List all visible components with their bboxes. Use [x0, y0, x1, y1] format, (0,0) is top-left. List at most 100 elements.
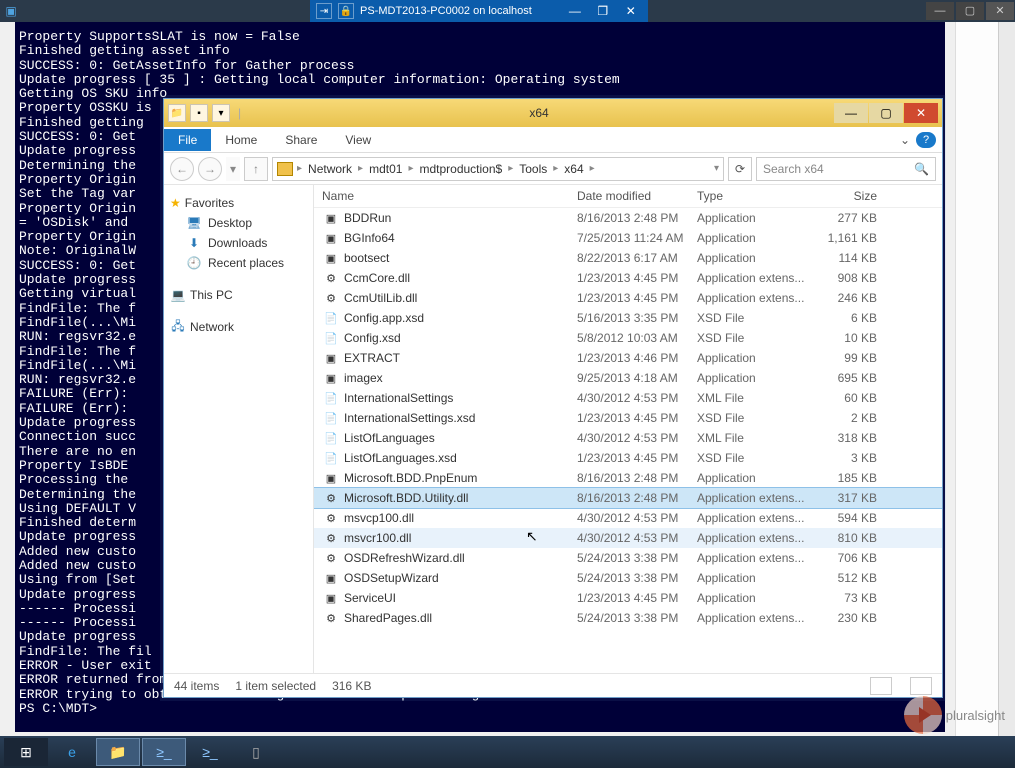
vm-title: PS-MDT2013-PC0002 on localhost: [360, 5, 532, 17]
file-icon: ▣: [322, 590, 340, 606]
breadcrumb-item[interactable]: mdt01: [365, 162, 406, 176]
vm-min-button[interactable]: —: [564, 4, 586, 18]
lock-icon[interactable]: 🔒: [338, 3, 354, 19]
file-size: 246 KB: [817, 291, 877, 305]
file-row[interactable]: ▣BGInfo647/25/2013 11:24 AMApplication1,…: [314, 228, 942, 248]
file-name: msvcr100.dll: [344, 531, 577, 545]
breadcrumb-dropdown-icon[interactable]: ▾: [714, 163, 719, 174]
column-name[interactable]: Name: [322, 189, 577, 203]
sidebar-item-desktop[interactable]: 🖥Desktop: [166, 213, 311, 233]
file-row[interactable]: ▣BDDRun8/16/2013 2:48 PMApplication277 K…: [314, 208, 942, 228]
tab-view[interactable]: View: [331, 129, 385, 151]
breadcrumb[interactable]: ▸Network▸mdt01▸mdtproduction$▸Tools▸x64▸…: [272, 157, 724, 181]
file-row[interactable]: 📄Config.xsd5/8/2012 10:03 AMXSD File10 K…: [314, 328, 942, 348]
file-icon: ⚙: [322, 510, 340, 526]
chevron-right-icon: ▸: [408, 163, 413, 174]
file-name: InternationalSettings.xsd: [344, 411, 577, 425]
file-row[interactable]: ⚙OSDRefreshWizard.dll5/24/2013 3:38 PMAp…: [314, 548, 942, 568]
file-row[interactable]: ⚙msvcr100.dll4/30/2012 4:53 PMApplicatio…: [314, 528, 942, 548]
file-row[interactable]: ▣Microsoft.BDD.PnpEnum8/16/2013 2:48 PMA…: [314, 468, 942, 488]
icons-view-button[interactable]: [910, 677, 932, 695]
file-size: 810 KB: [817, 531, 877, 545]
network-header[interactable]: 🖧Network: [166, 317, 311, 337]
file-size: 706 KB: [817, 551, 877, 565]
file-row[interactable]: 📄InternationalSettings.xsd1/23/2013 4:45…: [314, 408, 942, 428]
tab-share[interactable]: Share: [271, 129, 331, 151]
search-placeholder: Search x64: [763, 162, 824, 176]
file-row[interactable]: ▣EXTRACT1/23/2013 4:46 PMApplication99 K…: [314, 348, 942, 368]
sidebar-item-downloads[interactable]: ⬇Downloads: [166, 233, 311, 253]
pin-icon[interactable]: ⇥: [316, 3, 332, 19]
outer-min-button[interactable]: —: [926, 2, 954, 20]
file-type: Application: [697, 371, 817, 385]
taskbar-powershell[interactable]: ≥_: [142, 738, 186, 766]
file-row[interactable]: ⚙CcmCore.dll1/23/2013 4:45 PMApplication…: [314, 268, 942, 288]
file-icon: ⚙: [322, 550, 340, 566]
outer-max-button[interactable]: ▢: [956, 2, 984, 20]
file-name: OSDSetupWizard: [344, 571, 577, 585]
nav-up-button[interactable]: ↑: [244, 157, 268, 181]
file-date: 5/8/2012 10:03 AM: [577, 331, 697, 345]
outer-close-button[interactable]: ✕: [986, 2, 1014, 20]
file-name: Config.xsd: [344, 331, 577, 345]
help-icon[interactable]: ?: [916, 132, 936, 148]
column-date[interactable]: Date modified: [577, 189, 697, 203]
nav-history-button[interactable]: ▾: [226, 157, 240, 181]
file-date: 4/30/2012 4:53 PM: [577, 511, 697, 525]
sidebar-item-recent[interactable]: 🕘Recent places: [166, 253, 311, 273]
file-size: 908 KB: [817, 271, 877, 285]
refresh-button[interactable]: ⟳: [728, 157, 752, 181]
vm-restore-button[interactable]: ❐: [592, 4, 614, 18]
tab-file[interactable]: File: [164, 129, 211, 151]
search-input[interactable]: Search x64 🔍: [756, 157, 936, 181]
file-row[interactable]: ⚙SharedPages.dll5/24/2013 3:38 PMApplica…: [314, 608, 942, 628]
file-row[interactable]: ⚙msvcp100.dll4/30/2012 4:53 PMApplicatio…: [314, 508, 942, 528]
taskbar-explorer[interactable]: 📁: [96, 738, 140, 766]
file-row[interactable]: ⚙Microsoft.BDD.Utility.dll8/16/2013 2:48…: [314, 488, 942, 508]
maximize-button[interactable]: ▢: [869, 103, 903, 123]
breadcrumb-item[interactable]: mdtproduction$: [415, 162, 506, 176]
qat-button[interactable]: ▪: [190, 104, 208, 122]
file-type: Application: [697, 351, 817, 365]
file-icon: ▣: [322, 470, 340, 486]
breadcrumb-item[interactable]: Tools: [515, 162, 551, 176]
taskbar-server[interactable]: ▯: [234, 738, 278, 766]
file-date: 1/23/2013 4:45 PM: [577, 291, 697, 305]
nav-forward-button[interactable]: →: [198, 157, 222, 181]
vm-close-button[interactable]: ✕: [620, 4, 642, 18]
file-size: 230 KB: [817, 611, 877, 625]
file-row[interactable]: 📄Config.app.xsd5/16/2013 3:35 PMXSD File…: [314, 308, 942, 328]
file-row[interactable]: ⚙CcmUtilLib.dll1/23/2013 4:45 PMApplicat…: [314, 288, 942, 308]
file-row[interactable]: ▣bootsect8/22/2013 6:17 AMApplication114…: [314, 248, 942, 268]
tab-home[interactable]: Home: [211, 129, 271, 151]
thispc-header[interactable]: 💻This PC: [166, 285, 311, 305]
taskbar-ie[interactable]: e: [50, 738, 94, 766]
file-size: 10 KB: [817, 331, 877, 345]
file-row[interactable]: 📄ListOfLanguages.xsd1/23/2013 4:45 PMXSD…: [314, 448, 942, 468]
breadcrumb-item[interactable]: Network: [304, 162, 356, 176]
file-type: Application: [697, 571, 817, 585]
start-button[interactable]: ⊞: [4, 738, 48, 766]
breadcrumb-item[interactable]: x64: [560, 162, 587, 176]
column-size[interactable]: Size: [817, 189, 877, 203]
taskbar-powershell-2[interactable]: ≥_: [188, 738, 232, 766]
close-button[interactable]: ✕: [904, 103, 938, 123]
favorites-header[interactable]: ★Favorites: [166, 193, 311, 213]
file-row[interactable]: ▣ServiceUI1/23/2013 4:45 PMApplication73…: [314, 588, 942, 608]
explorer-titlebar[interactable]: 📁 ▪ ▾ | x64 — ▢ ✕: [164, 99, 942, 127]
column-headers[interactable]: Name Date modified Type Size: [314, 185, 942, 208]
recent-icon: 🕘: [186, 256, 202, 270]
column-type[interactable]: Type: [697, 189, 817, 203]
file-row[interactable]: 📄InternationalSettings4/30/2012 4:53 PMX…: [314, 388, 942, 408]
details-view-button[interactable]: [870, 677, 892, 695]
file-list: ↖ ▣BDDRun8/16/2013 2:48 PMApplication277…: [314, 208, 942, 673]
file-row[interactable]: ▣imagex9/25/2013 4:18 AMApplication695 K…: [314, 368, 942, 388]
file-row[interactable]: 📄ListOfLanguages4/30/2012 4:53 PMXML Fil…: [314, 428, 942, 448]
qat-button-2[interactable]: ▾: [212, 104, 230, 122]
ribbon-expand-icon[interactable]: ⌄: [894, 133, 916, 147]
minimize-button[interactable]: —: [834, 103, 868, 123]
file-name: EXTRACT: [344, 351, 577, 365]
file-type: Application extens...: [697, 511, 817, 525]
nav-back-button[interactable]: ←: [170, 157, 194, 181]
file-row[interactable]: ▣OSDSetupWizard5/24/2013 3:38 PMApplicat…: [314, 568, 942, 588]
